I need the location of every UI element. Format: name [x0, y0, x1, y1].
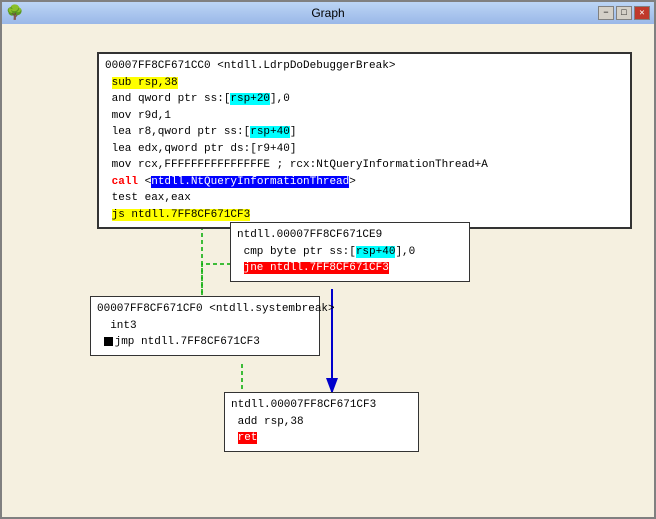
node-bottom: ntdll.00007FF8CF671CF3 add rsp,38 ret [224, 392, 419, 452]
node-middle-right: ntdll.00007FF8CF671CE9 cmp byte ptr ss:[… [230, 222, 470, 282]
node-mr-line-2: jne ntdll.7FF8CF671CF3 [237, 260, 463, 277]
node-top: 00007FF8CF671CC0 <ntdll.LdrpDoDebuggerBr… [97, 52, 632, 229]
node-b-line-0: ntdll.00007FF8CF671CF3 [231, 397, 412, 414]
node-ml-line-1: int3 [97, 318, 313, 335]
node-mr-line-0: ntdll.00007FF8CF671CE9 [237, 227, 463, 244]
node-top-line-4: lea r8,qword ptr ss:[rsp+40] [105, 124, 624, 141]
node-b-line-1: add rsp,38 [231, 414, 412, 431]
minimize-button[interactable]: − [598, 6, 614, 20]
main-window: 🌳 Graph − □ ✕ [0, 0, 656, 519]
node-top-line-0: 00007FF8CF671CC0 <ntdll.LdrpDoDebuggerBr… [105, 58, 624, 75]
titlebar: 🌳 Graph − □ ✕ [2, 2, 654, 24]
node-top-line-2: and qword ptr ss:[rsp+20],0 [105, 91, 624, 108]
node-top-line-5: lea edx,qword ptr ds:[r9+40] [105, 141, 624, 158]
maximize-button[interactable]: □ [616, 6, 632, 20]
node-ml-line-2: jmp ntdll.7FF8CF671CF3 [97, 334, 313, 351]
node-mr-line-1: cmp byte ptr ss:[rsp+40],0 [237, 244, 463, 261]
titlebar-controls: − □ ✕ [598, 6, 650, 20]
titlebar-left: 🌳 [6, 5, 22, 21]
node-top-line-7: call <ntdll.NtQueryInformationThread> [105, 174, 624, 191]
window-title: Graph [311, 6, 344, 20]
node-top-line-6: mov rcx,FFFFFFFFFFFFFFFE ; rcx:NtQueryIn… [105, 157, 624, 174]
app-icon: 🌳 [6, 5, 22, 21]
close-button[interactable]: ✕ [634, 6, 650, 20]
graph-canvas: 00007FF8CF671CC0 <ntdll.LdrpDoDebuggerBr… [2, 24, 654, 517]
node-top-line-9: js ntdll.7FF8CF671CF3 [105, 207, 624, 224]
node-top-line-1: sub rsp,38 [105, 75, 624, 92]
node-middle-left: 00007FF8CF671CF0 <ntdll.systembreak> int… [90, 296, 320, 356]
node-ml-line-0: 00007FF8CF671CF0 <ntdll.systembreak> [97, 301, 313, 318]
node-b-line-2: ret [231, 430, 412, 447]
node-top-line-3: mov r9d,1 [105, 108, 624, 125]
node-top-line-8: test eax,eax [105, 190, 624, 207]
